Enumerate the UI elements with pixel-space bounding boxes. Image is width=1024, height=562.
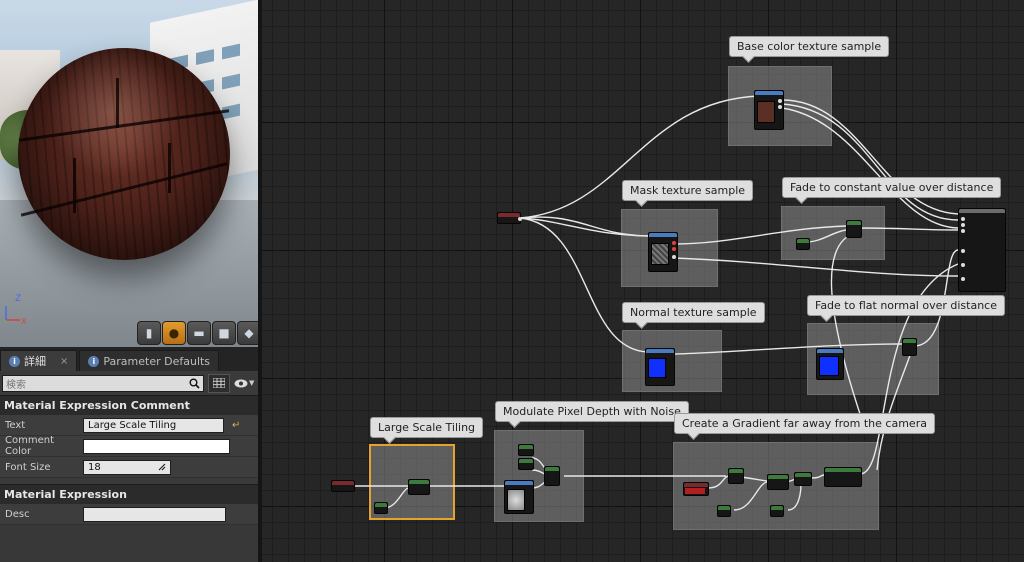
tab-parameter-defaults[interactable]: i Parameter Defaults xyxy=(79,350,220,371)
texture-sample-node-base-color[interactable] xyxy=(754,90,784,130)
constant-node-gradient-a[interactable] xyxy=(728,468,744,484)
property-text-row: Text Large Scale Tiling ↵ xyxy=(0,415,258,436)
search-placeholder: 検索 xyxy=(6,379,26,391)
sphere-preview-icon: ● xyxy=(168,326,180,340)
drag-handle-icon xyxy=(158,463,166,471)
preview-mesh-button-2[interactable]: ▬ xyxy=(187,321,211,345)
param-node-texcoord-large[interactable] xyxy=(331,480,355,492)
section-material-expression-comment[interactable]: Material Expression Comment xyxy=(0,395,258,415)
property-comment-color-row: Comment Color xyxy=(0,435,258,457)
comment-bubble-gradient[interactable]: Create a Gradient far away from the came… xyxy=(674,413,935,434)
font-size-value: 18 xyxy=(88,461,101,473)
divide-node-gradient[interactable] xyxy=(767,474,789,490)
info-icon: i xyxy=(9,355,20,367)
lerp-node-fade-constant[interactable] xyxy=(846,220,862,238)
search-icon xyxy=(189,378,200,389)
comment-text-field[interactable]: Large Scale Tiling xyxy=(83,417,224,433)
property-matrix-button[interactable] xyxy=(208,373,230,393)
constant-node-modulate-a[interactable] xyxy=(518,444,534,456)
preview-mesh-toolbar: ▮ ● ▬ ■ ◆ xyxy=(137,321,258,345)
preview-mesh-button-4[interactable]: ◆ xyxy=(237,321,258,345)
preview-mesh-button-1[interactable]: ● xyxy=(162,321,186,345)
property-font-size-label: Font Size xyxy=(5,461,51,473)
property-desc-label: Desc xyxy=(5,508,30,520)
tab-details[interactable]: i 詳細 × xyxy=(0,350,78,371)
param-node-texcoord-main[interactable] xyxy=(497,212,522,224)
preview-mesh-button-0[interactable]: ▮ xyxy=(137,321,161,345)
section-material-expression[interactable]: Material Expression xyxy=(0,484,258,504)
texture-sample-node-flat-normal[interactable] xyxy=(816,348,844,380)
material-output-node[interactable] xyxy=(958,208,1006,292)
axis-z-label: Z xyxy=(15,294,21,304)
comment-bubble-normal[interactable]: Normal texture sample xyxy=(622,302,765,323)
cube-preview-icon: ■ xyxy=(218,326,230,340)
preview-mesh-button-3[interactable]: ■ xyxy=(212,321,236,345)
constant-node-gradient-b[interactable] xyxy=(717,505,731,517)
lerp-node-modulate[interactable] xyxy=(544,466,560,486)
property-font-size-row: Font Size 18 xyxy=(0,457,258,478)
plane-preview-icon: ▬ xyxy=(193,326,205,340)
texture-sample-node-mask[interactable] xyxy=(648,232,678,272)
clamp-node-gradient[interactable] xyxy=(824,467,862,487)
texture-sample-node-normal[interactable] xyxy=(645,348,675,386)
font-size-spinbox[interactable]: 18 xyxy=(83,459,171,475)
search-input[interactable]: 検索 xyxy=(2,374,204,392)
graph-wires xyxy=(352,95,959,511)
details-panel: i 詳細 × i Parameter Defaults 検索 ▼ Materia… xyxy=(0,347,258,562)
property-desc-row: Desc xyxy=(0,504,258,525)
axis-gizmo: Z X xyxy=(5,294,27,326)
lerp-node-fade-flat[interactable] xyxy=(902,338,917,356)
property-comment-color-label: Comment Color xyxy=(5,435,54,457)
cylinder-preview-icon: ▮ xyxy=(145,326,153,340)
mesh-preview-icon: ◆ xyxy=(244,326,254,340)
details-search-row: 検索 ▼ xyxy=(0,371,258,395)
comment-bubble-large-scale[interactable]: Large Scale Tiling xyxy=(370,417,484,438)
constant-node-large-scale[interactable] xyxy=(374,502,388,514)
reset-to-default-icon[interactable]: ↵ xyxy=(232,420,240,431)
axis-x-label: X xyxy=(21,317,27,326)
material-graph-canvas[interactable]: Base color texture sample Mask texture s… xyxy=(262,0,1024,562)
comment-bubble-base-color[interactable]: Base color texture sample xyxy=(729,36,890,57)
constant-node-gradient-c[interactable] xyxy=(770,505,784,517)
texture-sample-node-noise[interactable] xyxy=(504,480,534,514)
comment-bubble-modulate[interactable]: Modulate Pixel Depth with Noise xyxy=(495,401,689,422)
tab-parameter-defaults-label: Parameter Defaults xyxy=(103,354,211,368)
comment-bubble-fade-constant[interactable]: Fade to constant value over distance xyxy=(782,177,1002,198)
grid-icon xyxy=(213,378,225,388)
desc-field[interactable] xyxy=(83,506,226,522)
chevron-down-icon: ▼ xyxy=(249,379,255,387)
comment-bubble-fade-flat[interactable]: Fade to flat normal over distance xyxy=(807,295,1005,316)
param-node-camera-distance[interactable] xyxy=(683,482,709,496)
property-text-label: Text xyxy=(5,419,26,431)
preview-sphere[interactable] xyxy=(18,48,230,260)
multiply-node-large-scale[interactable] xyxy=(408,479,430,495)
constant-node-modulate-b[interactable] xyxy=(518,458,534,470)
material-preview-viewport[interactable]: Z X ▮ ● ▬ ■ ◆ xyxy=(0,0,258,347)
tab-details-label: 詳細 xyxy=(24,355,46,368)
details-tab-bar: i 詳細 × i Parameter Defaults xyxy=(0,347,258,371)
constant-node-fade[interactable] xyxy=(796,238,810,250)
comment-color-swatch[interactable] xyxy=(83,438,230,454)
info-icon: i xyxy=(88,355,100,367)
view-options-button[interactable]: ▼ xyxy=(234,379,254,388)
comment-bubble-mask[interactable]: Mask texture sample xyxy=(622,180,754,201)
power-node-gradient[interactable] xyxy=(794,472,812,486)
eye-icon xyxy=(234,379,248,387)
close-icon[interactable]: × xyxy=(60,356,68,367)
